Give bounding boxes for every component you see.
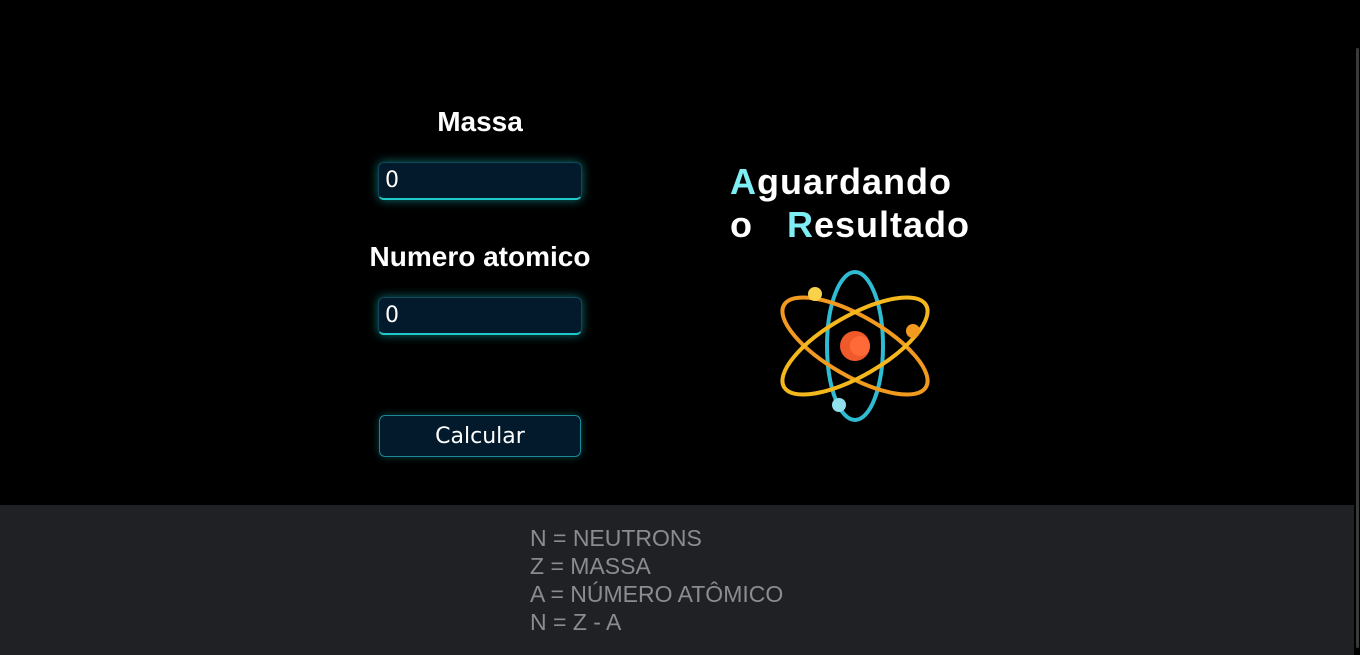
scrollbar[interactable]: [1354, 0, 1360, 655]
numero-atomico-input[interactable]: [378, 297, 582, 335]
legend-line-numero-atomico: A = NÚMERO ATÔMICO: [530, 581, 784, 607]
result-word-aguardando: guardando: [757, 161, 952, 202]
result-line-2: o Resultado: [730, 203, 970, 246]
legend-line-formula: N = Z - A: [530, 609, 622, 635]
result-word-o: o: [730, 204, 753, 245]
footer-legend: N = NEUTRONS Z = MASSA A = NÚMERO ATÔMIC…: [0, 505, 1354, 655]
result-initial-a: A: [730, 161, 757, 202]
numero-atomico-label: Numero atomico: [369, 241, 591, 272]
calcular-button[interactable]: Calcular: [379, 415, 581, 457]
massa-label: Massa: [437, 106, 523, 137]
atom-icon: [775, 268, 935, 429]
result-word-resultado: esultado: [814, 204, 971, 245]
legend-line-neutrons: N = NEUTRONS: [530, 525, 702, 551]
legend-line-massa: Z = MASSA: [530, 553, 651, 579]
result-line-1: Aguardando: [730, 160, 970, 203]
scrollbar-thumb[interactable]: [1356, 48, 1359, 648]
result-heading: Aguardando o Resultado: [730, 160, 970, 246]
massa-input[interactable]: [378, 162, 582, 200]
main-panel: Massa Numero atomico Calcular Aguardando…: [0, 0, 1354, 505]
result-initial-r: R: [787, 204, 814, 245]
